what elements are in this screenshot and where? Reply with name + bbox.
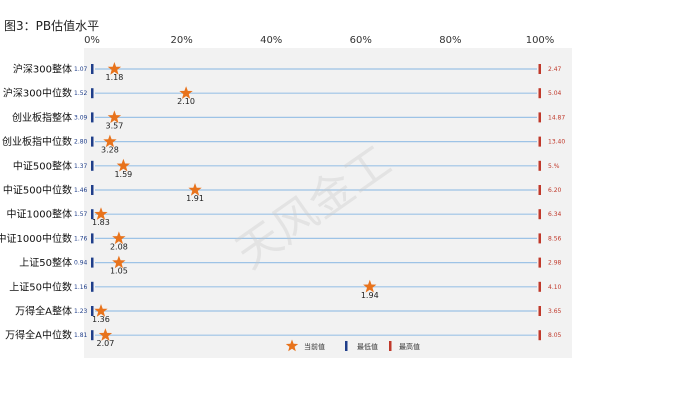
min-marker [91,233,94,244]
current-value-label: 1.36 [92,315,110,324]
max-marker [538,306,541,316]
x-tick-label: 40% [260,35,282,46]
min-marker [91,185,94,195]
category-label: 沪深300中位数 [3,87,72,100]
max-value-label: 2.47 [548,66,562,73]
max-marker [538,185,541,195]
max-value-label: 13.40 [548,139,565,146]
max-marker [538,233,541,244]
max-marker [538,281,541,292]
min-value-label: 1.16 [74,284,88,291]
current-value-label: 3.57 [105,121,123,130]
max-value-label: 5.04 [548,90,562,97]
min-value-label: 1.57 [74,211,88,218]
current-value-label: 1.59 [114,170,132,179]
category-label: 万得全A整体 [15,305,72,318]
min-marker [91,88,94,99]
pb-valuation-chart: 0% 20% 40% 60% 80% 100% 沪深300整体 1.07 2.47 1.18 沪深… [0,35,572,358]
current-value-label: 1.18 [105,73,123,82]
min-value-label: 0.94 [74,260,88,267]
max-value-label: 3.65 [548,308,562,315]
current-value-label: 1.83 [92,218,110,227]
min-marker [91,136,94,147]
legend-max-marker [389,341,392,351]
category-label: 上证50中位数 [9,280,72,293]
min-value-label: 3.09 [74,114,88,121]
category-label: 万得全A中位数 [5,329,72,342]
min-marker [91,112,94,123]
min-marker [91,281,94,292]
current-value-label: 3.28 [101,146,119,155]
max-marker [538,136,541,147]
min-marker [91,330,94,341]
current-value-label: 1.94 [361,291,379,300]
max-value-label: 6.34 [548,211,562,218]
x-tick-label: 80% [439,35,461,46]
max-marker [538,64,541,74]
max-marker [538,209,541,220]
min-value-label: 1.07 [74,66,88,73]
min-marker [91,160,94,171]
max-marker [538,112,541,123]
current-value-label: 2.07 [97,339,115,348]
max-value-label: 5.% [548,163,560,170]
min-value-label: 1.76 [74,235,88,242]
category-label: 中证1000中位数 [0,232,72,245]
max-value-label: 4.10 [548,284,562,291]
legend-max-label: 最高值 [399,342,420,351]
max-marker [538,88,541,99]
max-value-label: 8.05 [548,332,562,339]
max-value-label: 8.56 [548,235,562,242]
min-marker [91,64,94,74]
category-label: 中证500整体 [13,159,72,172]
category-label: 沪深300整体 [13,63,72,76]
min-value-label: 1.52 [74,90,88,97]
max-value-label: 6.20 [548,187,562,194]
max-value-label: 14.87 [548,114,565,121]
current-value-label: 1.91 [186,194,204,203]
min-value-label: 1.46 [74,187,88,194]
current-value-label: 2.10 [177,97,195,106]
legend-min-marker [345,341,348,351]
x-tick-label: 0% [84,35,100,46]
max-marker [538,330,541,341]
category-label: 创业板指整体 [12,111,72,124]
min-value-label: 1.81 [74,332,88,339]
max-marker [538,160,541,171]
max-marker [538,257,541,268]
min-value-label: 1.23 [74,308,88,315]
current-value-label: 2.08 [110,242,128,251]
category-label: 创业板指中位数 [2,135,72,148]
x-tick-label: 20% [170,35,192,46]
category-label: 上证50整体 [19,256,72,269]
x-tick-label: 60% [350,35,372,46]
max-value-label: 2.98 [548,260,562,267]
min-value-label: 2.80 [74,139,88,146]
x-tick-label: 100% [526,35,555,46]
category-label: 中证500中位数 [3,184,72,197]
current-value-label: 1.05 [110,267,128,276]
x-axis-ticks: 0% 20% 40% 60% 80% 100% [84,35,554,46]
legend-min-label: 最低值 [357,342,378,351]
legend-current-label: 当前值 [304,342,325,351]
min-value-label: 1.37 [74,163,88,170]
min-marker [91,257,94,268]
category-label: 中证1000整体 [7,208,72,221]
